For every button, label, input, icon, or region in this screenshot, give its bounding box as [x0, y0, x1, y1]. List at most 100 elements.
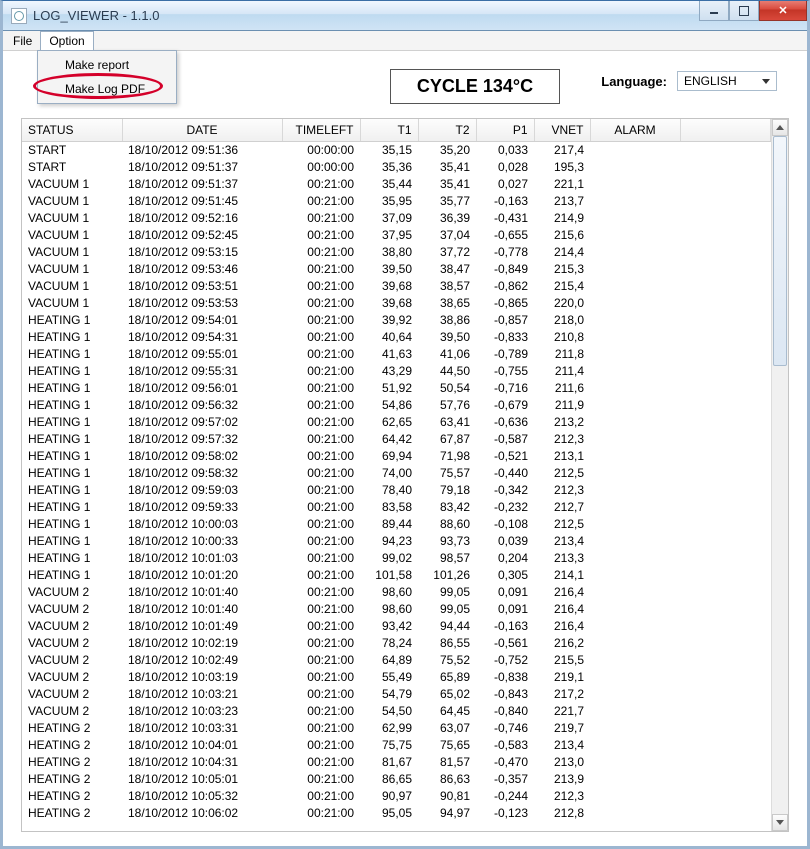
table-row[interactable]: HEATING 118/10/2012 09:59:0300:21:0078,4… [22, 482, 771, 499]
menu-file[interactable]: File [5, 31, 40, 50]
cell-timeleft: 00:21:00 [282, 805, 360, 822]
table-row[interactable]: START18/10/2012 09:51:3600:00:0035,1535,… [22, 142, 771, 159]
cell-date: 18/10/2012 10:03:21 [122, 686, 282, 703]
cell-pad [680, 397, 771, 414]
table-row[interactable]: VACUUM 218/10/2012 10:02:1900:21:0078,24… [22, 635, 771, 652]
cell-vnet: 213,7 [534, 193, 590, 210]
col-alarm[interactable]: ALARM [590, 119, 680, 142]
cell-vnet: 217,4 [534, 142, 590, 159]
table-row[interactable]: HEATING 218/10/2012 10:03:3100:21:0062,9… [22, 720, 771, 737]
table-row[interactable]: VACUUM 118/10/2012 09:53:5100:21:0039,68… [22, 278, 771, 295]
table-row[interactable]: HEATING 118/10/2012 09:57:0200:21:0062,6… [22, 414, 771, 431]
cell-t1: 55,49 [360, 669, 418, 686]
cell-t2: 50,54 [418, 380, 476, 397]
col-t2[interactable]: T2 [418, 119, 476, 142]
scroll-up-button[interactable] [772, 119, 788, 136]
table-row[interactable]: HEATING 218/10/2012 10:06:0200:21:0095,0… [22, 805, 771, 822]
table-row[interactable]: HEATING 218/10/2012 10:04:0100:21:0075,7… [22, 737, 771, 754]
scroll-thumb[interactable] [773, 136, 787, 366]
cell-t1: 64,42 [360, 431, 418, 448]
table-row[interactable]: HEATING 218/10/2012 10:04:3100:21:0081,6… [22, 754, 771, 771]
cell-p1: -0,746 [476, 720, 534, 737]
cell-t2: 79,18 [418, 482, 476, 499]
table-row[interactable]: START18/10/2012 09:51:3700:00:0035,3635,… [22, 159, 771, 176]
table-row[interactable]: HEATING 118/10/2012 09:58:0200:21:0069,9… [22, 448, 771, 465]
table-row[interactable]: VACUUM 118/10/2012 09:53:5300:21:0039,68… [22, 295, 771, 312]
table-row[interactable]: VACUUM 118/10/2012 09:52:4500:21:0037,95… [22, 227, 771, 244]
cell-t2: 41,06 [418, 346, 476, 363]
table-row[interactable]: HEATING 218/10/2012 10:05:3200:21:0090,9… [22, 788, 771, 805]
table-row[interactable]: HEATING 118/10/2012 09:56:3200:21:0054,8… [22, 397, 771, 414]
table-row[interactable]: HEATING 118/10/2012 09:59:3300:21:0083,5… [22, 499, 771, 516]
cell-pad [680, 754, 771, 771]
language-select[interactable]: ENGLISH [677, 71, 777, 91]
table-row[interactable]: HEATING 118/10/2012 10:00:3300:21:0094,2… [22, 533, 771, 550]
cell-t2: 99,05 [418, 584, 476, 601]
table-row[interactable]: VACUUM 218/10/2012 10:03:1900:21:0055,49… [22, 669, 771, 686]
table-row[interactable]: HEATING 118/10/2012 10:00:0300:21:0089,4… [22, 516, 771, 533]
cell-timeleft: 00:21:00 [282, 193, 360, 210]
table-row[interactable]: HEATING 118/10/2012 10:01:0300:21:0099,0… [22, 550, 771, 567]
scroll-track[interactable] [772, 136, 788, 814]
table-row[interactable]: HEATING 118/10/2012 09:56:0100:21:0051,9… [22, 380, 771, 397]
cell-alarm [590, 397, 680, 414]
cell-p1: -0,778 [476, 244, 534, 261]
col-status[interactable]: STATUS [22, 119, 122, 142]
cell-t1: 35,15 [360, 142, 418, 159]
table-row[interactable]: VACUUM 118/10/2012 09:53:4600:21:0039,50… [22, 261, 771, 278]
table-row[interactable]: VACUUM 218/10/2012 10:01:4900:21:0093,42… [22, 618, 771, 635]
cell-timeleft: 00:21:00 [282, 516, 360, 533]
cell-timeleft: 00:21:00 [282, 261, 360, 278]
table-row[interactable]: HEATING 118/10/2012 09:57:3200:21:0064,4… [22, 431, 771, 448]
vertical-scrollbar[interactable] [771, 119, 788, 831]
cell-status: HEATING 1 [22, 414, 122, 431]
table-row[interactable]: HEATING 118/10/2012 09:58:3200:21:0074,0… [22, 465, 771, 482]
table-row[interactable]: VACUUM 218/10/2012 10:01:4000:21:0098,60… [22, 601, 771, 618]
cell-p1: -0,108 [476, 516, 534, 533]
cell-status: HEATING 1 [22, 567, 122, 584]
cell-alarm [590, 329, 680, 346]
table-row[interactable]: VACUUM 118/10/2012 09:51:3700:21:0035,44… [22, 176, 771, 193]
cell-t2: 86,63 [418, 771, 476, 788]
col-t1[interactable]: T1 [360, 119, 418, 142]
cell-date: 18/10/2012 10:01:20 [122, 567, 282, 584]
table-row[interactable]: VACUUM 218/10/2012 10:02:4900:21:0064,89… [22, 652, 771, 669]
minimize-button[interactable] [699, 1, 729, 21]
table-row[interactable]: VACUUM 218/10/2012 10:03:2300:21:0054,50… [22, 703, 771, 720]
cell-vnet: 216,4 [534, 601, 590, 618]
cell-t2: 67,87 [418, 431, 476, 448]
cell-vnet: 213,2 [534, 414, 590, 431]
table-row[interactable]: HEATING 218/10/2012 10:05:0100:21:0086,6… [22, 771, 771, 788]
col-date[interactable]: DATE [122, 119, 282, 142]
cell-alarm [590, 550, 680, 567]
table-row[interactable]: VACUUM 118/10/2012 09:51:4500:21:0035,95… [22, 193, 771, 210]
table-row[interactable]: HEATING 118/10/2012 09:54:3100:21:0040,6… [22, 329, 771, 346]
table-row[interactable]: HEATING 118/10/2012 09:55:3100:21:0043,2… [22, 363, 771, 380]
menu-make-log-pdf[interactable]: Make Log PDF [40, 77, 174, 101]
col-p1[interactable]: P1 [476, 119, 534, 142]
cell-timeleft: 00:21:00 [282, 397, 360, 414]
close-button[interactable] [759, 1, 807, 21]
cell-vnet: 211,6 [534, 380, 590, 397]
table-row[interactable]: VACUUM 218/10/2012 10:03:2100:21:0054,79… [22, 686, 771, 703]
cell-status: HEATING 1 [22, 448, 122, 465]
table-row[interactable]: HEATING 118/10/2012 10:01:2000:21:00101,… [22, 567, 771, 584]
scroll-down-button[interactable] [772, 814, 788, 831]
table-row[interactable]: VACUUM 218/10/2012 10:01:4000:21:0098,60… [22, 584, 771, 601]
table-row[interactable]: VACUUM 118/10/2012 09:53:1500:21:0038,80… [22, 244, 771, 261]
col-vnet[interactable]: VNET [534, 119, 590, 142]
col-timeleft[interactable]: TIMELEFT [282, 119, 360, 142]
language-label: Language: [601, 74, 667, 89]
menu-option[interactable]: Option [40, 31, 93, 50]
cell-t1: 39,92 [360, 312, 418, 329]
cell-alarm [590, 686, 680, 703]
table-row[interactable]: VACUUM 118/10/2012 09:52:1600:21:0037,09… [22, 210, 771, 227]
cell-date: 18/10/2012 10:02:49 [122, 652, 282, 669]
table-row[interactable]: HEATING 118/10/2012 09:55:0100:21:0041,6… [22, 346, 771, 363]
cell-status: VACUUM 1 [22, 193, 122, 210]
table-row[interactable]: HEATING 118/10/2012 09:54:0100:21:0039,9… [22, 312, 771, 329]
menu-make-report[interactable]: Make report [40, 53, 174, 77]
cell-t2: 71,98 [418, 448, 476, 465]
cell-timeleft: 00:21:00 [282, 346, 360, 363]
maximize-button[interactable] [729, 1, 759, 21]
